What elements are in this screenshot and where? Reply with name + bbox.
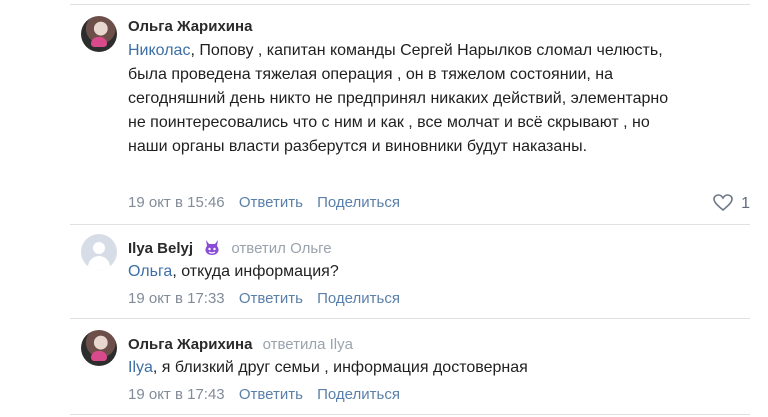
author-name[interactable]: Ольга Жарихина [128,18,252,35]
share-button[interactable]: Поделиться [317,290,400,307]
comment-text: Ilya, я близкий друг семьи , информация … [128,356,688,380]
comment-meta: 19 окт в 17:33 Ответить Поделиться [128,290,410,307]
comment-meta: 19 окт в 15:46 Ответить Поделиться [128,194,410,211]
right-margin [750,0,768,417]
divider [70,414,750,415]
author-name[interactable]: Ilya Belyj [128,240,193,257]
timestamp: 19 окт в 17:33 [128,290,225,307]
comment-body: , я близкий друг семьи , информация дост… [152,359,528,376]
comment-body: , Попову , капитан команды Сергей Нарылк… [128,42,669,155]
reply-note: ответил Ольге [231,240,332,257]
devil-emoji-icon [205,240,219,255]
avatar[interactable] [81,16,117,52]
comment-item: Ilya Belyj ответил Ольге Ольга, откуда и… [70,224,750,318]
timestamp: 19 окт в 17:43 [128,386,225,403]
reply-button[interactable]: Ответить [239,386,303,403]
like-button[interactable]: 1 [712,194,750,213]
author-line: Ilya Belyj ответил Ольге [128,238,332,257]
heart-icon [712,194,733,212]
timestamp: 19 окт в 15:46 [128,194,225,211]
avatar[interactable] [81,234,117,270]
author-name[interactable]: Ольга Жарихина [128,336,252,353]
like-count: 1 [741,195,750,212]
share-button[interactable]: Поделиться [317,194,400,211]
left-margin [0,0,70,417]
comment-text: Ольга, откуда информация? [128,260,688,284]
share-button[interactable]: Поделиться [317,386,400,403]
reply-button[interactable]: Ответить [239,290,303,307]
mention-link[interactable]: Николас [128,42,190,59]
comment-text: Николас, Попову , капитан команды Сергей… [128,39,688,159]
mention-link[interactable]: Ольга [128,263,172,280]
comment-meta: 19 окт в 17:43 Ответить Поделиться [128,386,410,403]
comment-item: Ольга Жарихина Николас, Попову , капитан… [70,0,750,224]
comment-item: Ольга Жарихина ответила Ilya Ilya, я бли… [70,318,750,417]
avatar[interactable] [81,330,117,366]
reply-button[interactable]: Ответить [239,194,303,211]
comment-body: , откуда информация? [172,263,339,280]
comments-feed: Ольга Жарихина Николас, Попову , капитан… [70,0,750,417]
reply-note: ответила Ilya [262,336,353,353]
author-line: Ольга Жарихина ответила Ilya [128,336,353,353]
mention-link[interactable]: Ilya [128,359,153,376]
